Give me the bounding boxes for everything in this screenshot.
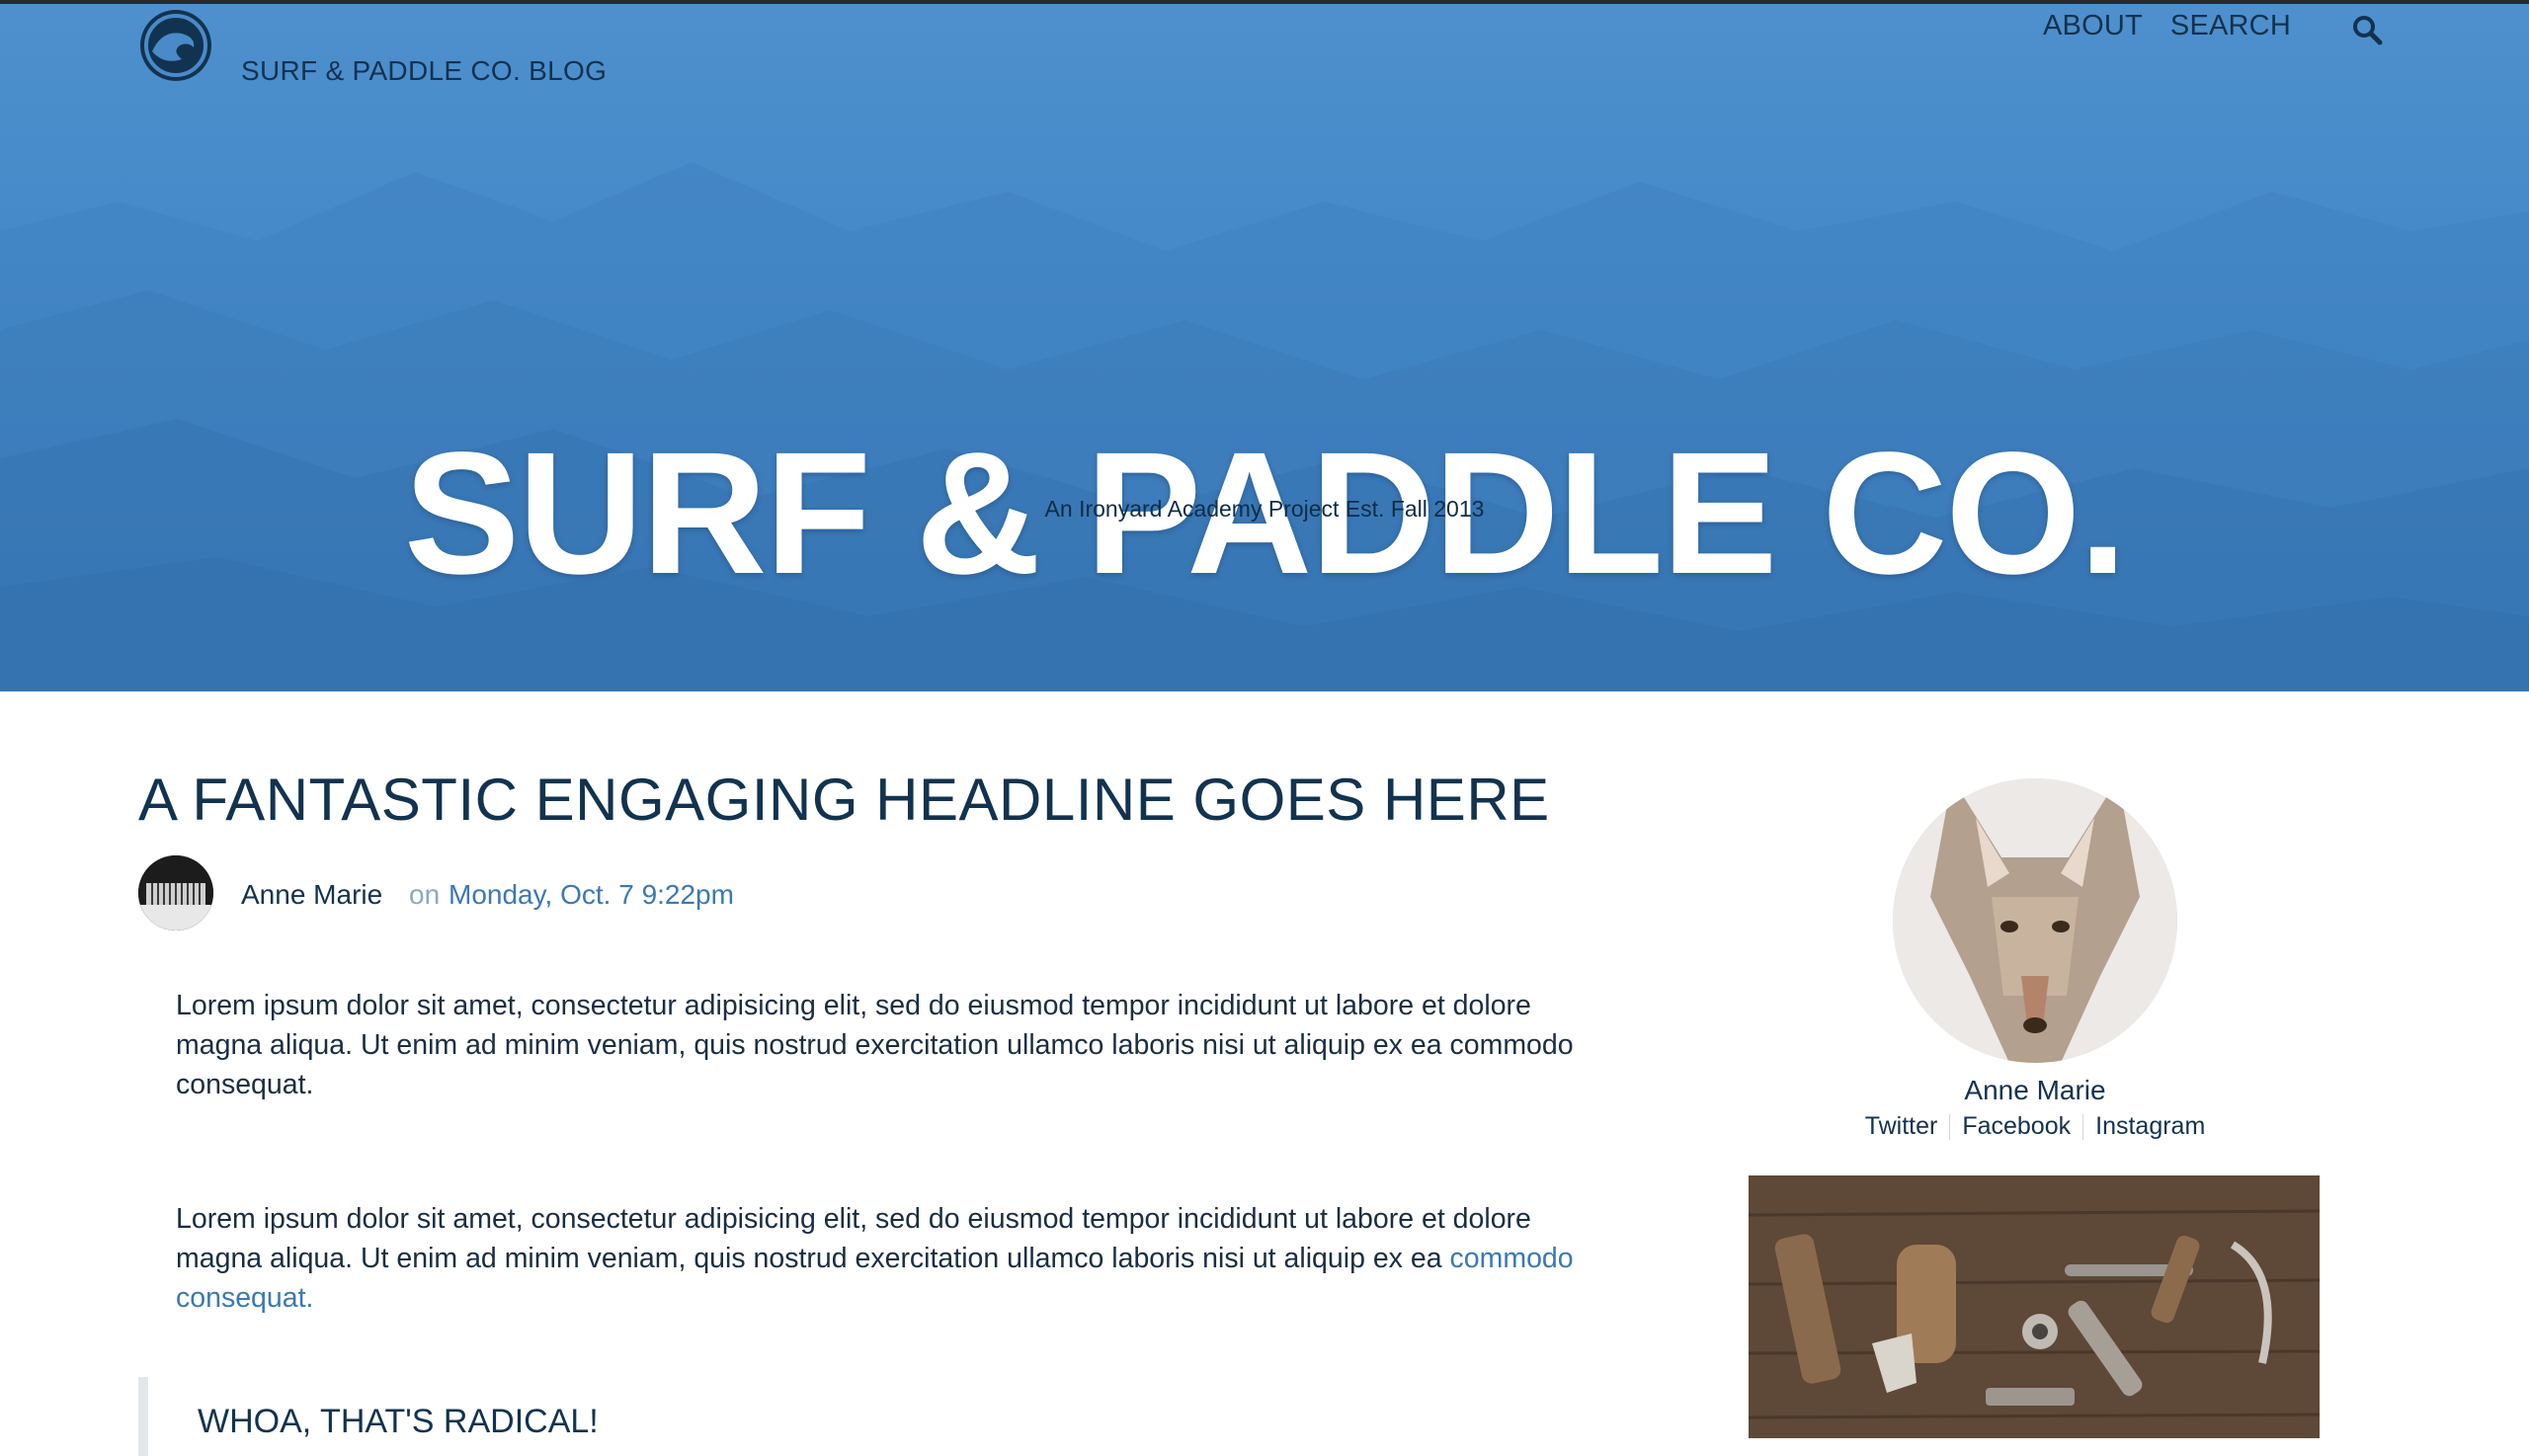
article: A FANTASTIC ENGAGING HEADLINE GOES HERE … bbox=[138, 761, 1591, 1456]
byline-on-text: on bbox=[409, 879, 441, 910]
paragraph-2-text: Lorem ipsum dolor sit amet, consectetur … bbox=[176, 1203, 1531, 1274]
top-navigation: ABOUT SEARCH bbox=[2043, 10, 2319, 42]
article-paragraph-1: Lorem ipsum dolor sit amet, consectetur … bbox=[176, 990, 1574, 1100]
author-avatar[interactable] bbox=[138, 855, 213, 930]
social-links: Twitter Facebook Instagram bbox=[1749, 1112, 2322, 1141]
article-paragraph-2: Lorem ipsum dolor sit amet, consectetur … bbox=[176, 1199, 1589, 1318]
pull-quote-text: WHOA, THAT'S RADICAL! bbox=[198, 1403, 599, 1440]
link-divider bbox=[2082, 1114, 2084, 1141]
nav-about-link[interactable]: ABOUT bbox=[2043, 10, 2143, 42]
coyote-photo bbox=[1893, 778, 2177, 1063]
instagram-link[interactable]: Instagram bbox=[2095, 1112, 2205, 1140]
article-headline: A FANTASTIC ENGAGING HEADLINE GOES HERE bbox=[138, 767, 1550, 833]
byline-author[interactable]: Anne Marie bbox=[241, 879, 382, 911]
hero-subtitle: An Ironyard Academy Project Est. Fall 20… bbox=[1044, 496, 1485, 522]
tools-photo-image bbox=[1749, 1175, 2320, 1438]
byline-date-link[interactable]: Monday, Oct. 7 9:22pm bbox=[449, 879, 734, 911]
twitter-link[interactable]: Twitter bbox=[1865, 1112, 1938, 1140]
article-byline: Anne Marie on Monday, Oct. 7 9:22pm bbox=[138, 855, 1591, 934]
author-avatar-image bbox=[138, 855, 213, 930]
tools-photo bbox=[1749, 1175, 2320, 1438]
wave-logo-icon[interactable] bbox=[138, 8, 213, 83]
link-divider bbox=[1949, 1114, 1951, 1141]
search-icon[interactable] bbox=[2351, 14, 2383, 45]
author-profile-photo bbox=[1893, 778, 2177, 1063]
hero-banner: SURF & PADDLE CO. BLOG ABOUT SEARCH SURF… bbox=[0, 0, 2529, 691]
pull-quote: WHOA, THAT'S RADICAL! bbox=[138, 1377, 1521, 1456]
sidebar-author-name: Anne Marie bbox=[1964, 1075, 2106, 1105]
nav-search-link[interactable]: SEARCH bbox=[2170, 10, 2291, 42]
facebook-link[interactable]: Facebook bbox=[1962, 1112, 2071, 1140]
brand-name[interactable]: SURF & PADDLE CO. BLOG bbox=[241, 55, 607, 87]
